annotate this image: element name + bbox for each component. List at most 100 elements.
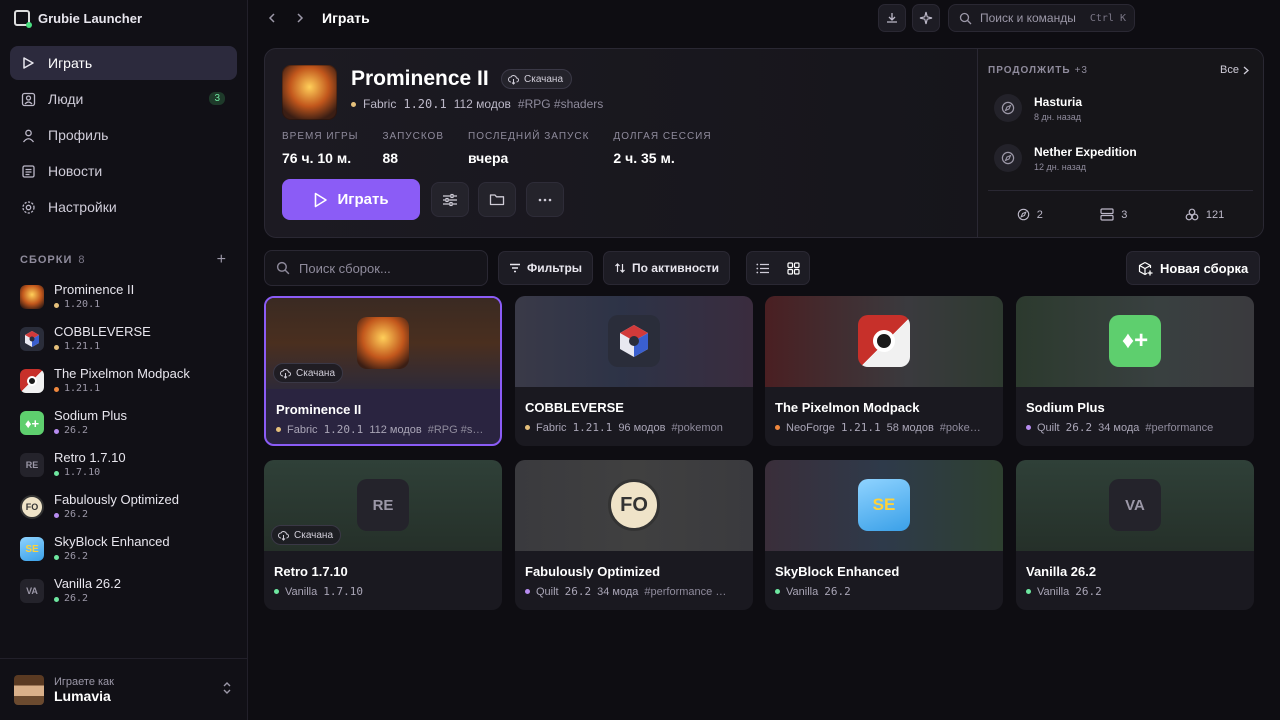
- see-all-link[interactable]: Все: [1220, 64, 1249, 76]
- brand: Grubie Launcher: [0, 0, 247, 36]
- downloads-button[interactable]: [878, 4, 906, 32]
- card-tags: #performance …: [644, 585, 727, 598]
- card-meta: Quilt 26.2 34 мода #performance: [1026, 421, 1246, 434]
- mods-count: 112 модов: [453, 97, 511, 111]
- nav-item-settings[interactable]: Настройки: [10, 190, 237, 224]
- sidebar-pack-vanilla[interactable]: VA Vanilla 26.2 26.2: [10, 570, 237, 612]
- badge-label: Скачана: [524, 73, 564, 85]
- add-pack-icon[interactable]: +: [217, 251, 227, 269]
- shortcut-hint: Ctrl K: [1089, 12, 1126, 24]
- sort-icon: [615, 263, 625, 273]
- world-last-played: 8 дн. назад: [1034, 111, 1081, 122]
- pack-card-sodium[interactable]: ♦+ Sodium Plus Quilt 26.2 34 мода #performa…: [1016, 296, 1254, 446]
- card-mods: 58 модов: [886, 421, 934, 434]
- pack-card-prominence[interactable]: Скачана Prominence II Fabric 1.20.1 112 мо…: [264, 296, 502, 446]
- chevron-updown-icon: [222, 681, 232, 695]
- downloaded-badge: Скачана: [501, 69, 573, 89]
- filter-icon: [510, 263, 520, 273]
- stat-label: ВРЕМЯ ИГРЫ: [282, 131, 359, 142]
- sodium-pack-icon: ♦+: [1109, 315, 1161, 367]
- pack-card-retro[interactable]: RE Скачана Retro 1.7.10 Vanilla 1.7.10: [264, 460, 502, 610]
- world-last-played: 12 дн. назад: [1034, 161, 1086, 172]
- vanilla-pack-icon: VA: [20, 579, 44, 603]
- card-loader: Fabric: [536, 421, 567, 434]
- loader-dot-icon: [54, 554, 59, 560]
- open-folder-button[interactable]: [478, 182, 516, 217]
- compass-icon: [1017, 208, 1029, 221]
- command-search-placeholder: Поиск и команды: [980, 11, 1076, 25]
- breadcrumb: Играть: [322, 10, 370, 26]
- nav-item-news[interactable]: Новости: [10, 154, 237, 188]
- sidebar: Grubie Launcher Играть Люди 3 Профиль Но…: [0, 0, 248, 720]
- nav-label: Профиль: [48, 127, 109, 143]
- stat-value: 2 ч. 35 м.: [613, 150, 675, 166]
- loader-dot-icon: [351, 101, 356, 107]
- filters-button[interactable]: Фильтры: [498, 251, 594, 285]
- pack-card-skyblock[interactable]: SE SkyBlock Enhanced Vanilla 26.2: [765, 460, 1003, 610]
- pack-card-fabulously[interactable]: FO Fabulously Optimized Quilt 26.2 34 мода…: [515, 460, 753, 610]
- sidebar-pack-pixelmon[interactable]: The Pixelmon Modpack 1.21.1: [10, 360, 237, 402]
- featured-pack-panel: Prominence II Скачана Fabric 1.20.1 112 …: [264, 48, 1264, 238]
- pack-name: Vanilla 26.2: [54, 576, 121, 591]
- pack-search-input[interactable]: Поиск сборок...: [264, 250, 488, 286]
- continue-header-label: ПРОДОЛЖИТЬ: [988, 65, 1071, 76]
- nav-item-people[interactable]: Люди 3: [10, 82, 237, 116]
- mods-count-link[interactable]: 121: [1185, 208, 1224, 221]
- retro-pack-icon: RE: [20, 453, 44, 477]
- sidebar-pack-sodium[interactable]: ♦+ Sodium Plus 26.2: [10, 402, 237, 444]
- nav-label: Новости: [48, 163, 103, 179]
- card-mods: 34 мода: [1098, 421, 1140, 434]
- new-pack-button[interactable]: Новая сборка: [1126, 251, 1261, 285]
- stat-value: 76 ч. 10 м.: [282, 150, 352, 166]
- servers-count[interactable]: 3: [1100, 208, 1127, 221]
- continue-world-item[interactable]: Nether Expedition 12 дн. назад: [994, 144, 1137, 172]
- prominence-pack-icon: [357, 317, 409, 369]
- nav-label: Играть: [48, 55, 93, 71]
- pack-card-vanilla[interactable]: VA Vanilla 26.2 Vanilla 26.2: [1016, 460, 1254, 610]
- card-version: 26.2: [1075, 585, 1102, 598]
- sidebar-pack-fabulously[interactable]: FO Fabulously Optimized 26.2: [10, 486, 237, 528]
- sidebar-pack-prominence[interactable]: Prominence II 1.20.1: [10, 276, 237, 318]
- continue-world-item[interactable]: Hasturia 8 дн. назад: [994, 94, 1082, 122]
- sparkle-icon: [919, 11, 933, 25]
- pack-name: The Pixelmon Modpack: [54, 366, 190, 381]
- pack-settings-button[interactable]: [431, 182, 469, 217]
- nav-item-play[interactable]: Играть: [10, 46, 237, 80]
- pack-card-pixelmon[interactable]: The Pixelmon Modpack NeoForge 1.21.1 58 мо…: [765, 296, 1003, 446]
- worlds-count[interactable]: 2: [1017, 208, 1043, 221]
- back-arrow-icon[interactable]: [258, 4, 286, 32]
- avatar: [14, 674, 44, 705]
- featured-pack-icon: [282, 65, 337, 120]
- card-title: COBBLEVERSE: [525, 400, 624, 415]
- sort-button[interactable]: По активности: [603, 251, 730, 285]
- loader-dot-icon: [54, 386, 59, 392]
- sidebar-pack-skyblock[interactable]: SE SkyBlock Enhanced 26.2: [10, 528, 237, 570]
- play-button-label: Играть: [337, 191, 389, 208]
- account-switcher[interactable]: Играете как Lumavia: [0, 658, 248, 720]
- app-title: Grubie Launcher: [38, 10, 143, 26]
- pack-name: Fabulously Optimized: [54, 492, 179, 507]
- stat-label: ЗАПУСКОВ: [382, 131, 444, 142]
- sidebar-pack-cobbleverse[interactable]: COBBLEVERSE 1.21.1: [10, 318, 237, 360]
- sidebar-pack-retro[interactable]: RE Retro 1.7.10 1.7.10: [10, 444, 237, 486]
- pack-card-cobbleverse[interactable]: COBBLEVERSE Fabric 1.21.1 96 модов #pokemon: [515, 296, 753, 446]
- view-mode-toggle[interactable]: [746, 251, 810, 285]
- card-tags: #performance: [1145, 421, 1214, 434]
- play-button[interactable]: Играть: [282, 179, 420, 220]
- cloud-download-icon: [278, 530, 289, 541]
- search-icon: [276, 261, 290, 275]
- list-view-icon[interactable]: [756, 263, 770, 274]
- more-options-button[interactable]: [526, 182, 564, 217]
- loader-dot-icon: [274, 589, 279, 594]
- game-version: 1.20.1: [403, 97, 447, 111]
- forward-arrow-icon[interactable]: [286, 4, 314, 32]
- nav-item-profile[interactable]: Профиль: [10, 118, 237, 152]
- world-name: Nether Expedition: [1034, 144, 1137, 159]
- command-search[interactable]: Поиск и команды Ctrl K: [948, 4, 1135, 32]
- ai-assist-button[interactable]: [912, 4, 940, 32]
- badge-label: Скачана: [294, 529, 334, 541]
- pack-search-placeholder: Поиск сборок...: [299, 260, 391, 276]
- grid-view-icon[interactable]: [787, 261, 800, 275]
- card-meta: Quilt 26.2 34 мода #performance …: [525, 585, 745, 598]
- world-name: Hasturia: [1034, 94, 1083, 109]
